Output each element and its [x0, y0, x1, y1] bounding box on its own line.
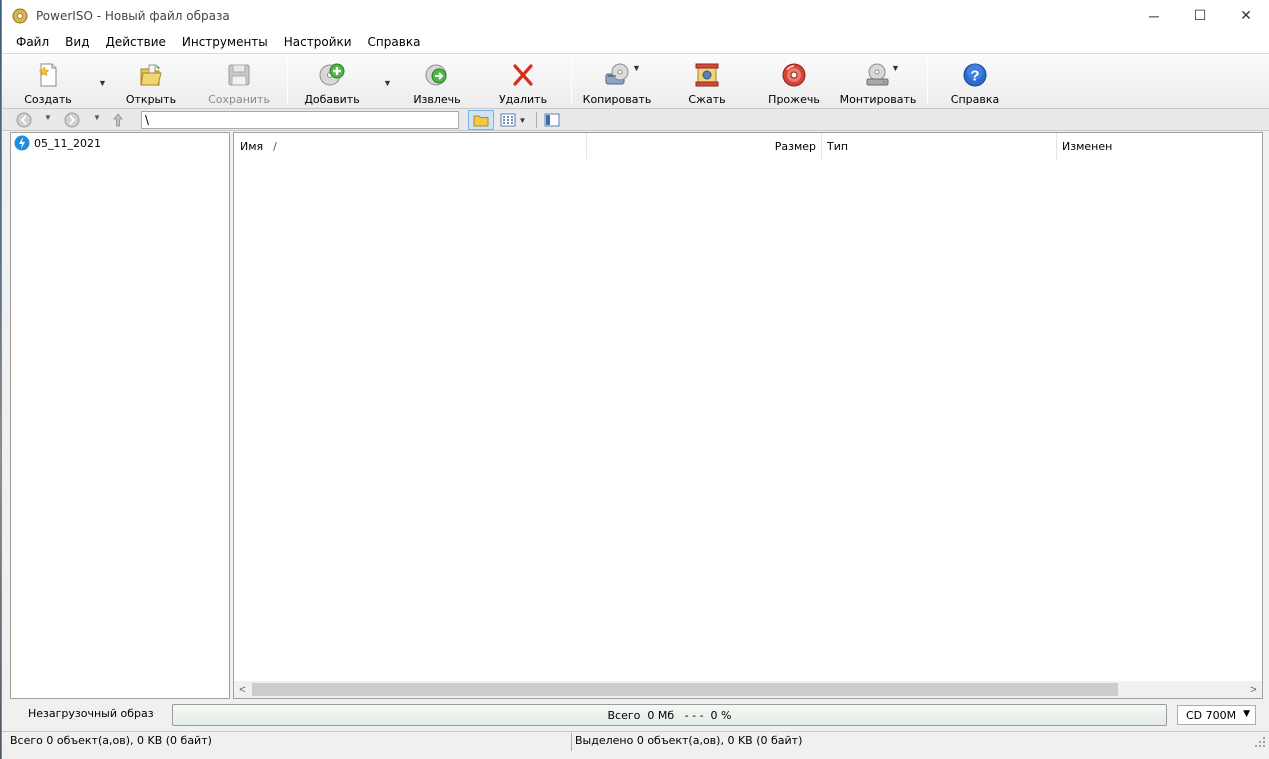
column-type-header[interactable]: Тип: [827, 133, 848, 159]
title-bar: PowerISO - Новый файл образа ─ ☐ ✕: [2, 0, 1269, 31]
column-name-header[interactable]: Имя /: [240, 133, 277, 159]
create-button[interactable]: Создать: [16, 54, 80, 108]
help-button[interactable]: ? Справка: [942, 54, 1008, 108]
delete-button[interactable]: Удалить: [490, 54, 556, 108]
add-to-disc-icon: [319, 63, 345, 86]
preview-pane-button[interactable]: [542, 110, 562, 130]
back-arrow-icon[interactable]: [16, 112, 32, 128]
save-disk-icon: [228, 64, 250, 86]
folders-view-button[interactable]: [468, 110, 494, 130]
folder-icon: [473, 115, 489, 127]
scroll-right-arrow[interactable]: >: [1245, 681, 1262, 698]
toolbar-separator: [927, 58, 928, 104]
open-folder-icon: [140, 64, 162, 86]
compress-vise-icon: [695, 63, 719, 87]
burn-disc-icon: [782, 63, 806, 87]
save-button[interactable]: Сохранить: [205, 54, 273, 108]
scroll-left-arrow[interactable]: <: [234, 681, 251, 698]
main-area: 05_11_2021 Имя / Размер Тип Изменен < >: [10, 132, 1263, 699]
delete-x-icon: [513, 64, 533, 86]
add-button[interactable]: Добавить: [299, 54, 365, 108]
column-divider[interactable]: [821, 133, 822, 159]
view-mode-dropdown-arrow: ▼: [518, 115, 527, 125]
column-modified-header[interactable]: Изменен: [1062, 133, 1112, 159]
create-dropdown-arrow[interactable]: ▼: [98, 78, 107, 88]
total-objects-status: Всего 0 объект(а,ов), 0 KB (0 байт): [10, 734, 212, 747]
back-dropdown-arrow[interactable]: ▼: [44, 113, 52, 122]
up-folder-icon[interactable]: [110, 112, 126, 128]
selected-objects-status: Выделено 0 объект(а,ов), 0 KB (0 байт): [575, 734, 803, 747]
toolbar-separator: [287, 58, 288, 104]
status-bar: Всего 0 объект(а,ов), 0 KB (0 байт) Выде…: [2, 731, 1269, 751]
menu-settings[interactable]: Настройки: [276, 35, 360, 49]
menu-tools[interactable]: Инструменты: [174, 35, 276, 49]
menu-file[interactable]: Файл: [8, 35, 57, 49]
window-title: PowerISO - Новый файл образа: [36, 8, 230, 23]
help-question-icon: ?: [963, 63, 987, 87]
extract-disc-icon: [425, 64, 447, 86]
column-divider[interactable]: [1056, 133, 1057, 159]
scrollbar-thumb[interactable]: [252, 683, 1118, 696]
add-dropdown-arrow[interactable]: ▼: [383, 78, 392, 88]
resize-grip-icon[interactable]: [1254, 736, 1266, 748]
poweriso-app-icon: [12, 8, 28, 23]
mount-drive-icon: [866, 63, 889, 86]
main-toolbar: Создать ▼ Открыть Сохранить Добавить ▼ И…: [2, 53, 1269, 109]
file-list-pane: Имя / Размер Тип Изменен < >: [233, 132, 1263, 699]
address-separator: [536, 112, 537, 128]
sort-indicator: /: [273, 139, 277, 153]
status-separator: [571, 733, 572, 751]
compress-button[interactable]: Сжать: [674, 54, 740, 108]
horizontal-scrollbar[interactable]: < >: [234, 681, 1262, 698]
mount-button[interactable]: Монтировать: [840, 54, 916, 108]
image-status-row: Незагрузочный образ Всего 0 Мб - - - 0 %…: [10, 703, 1261, 727]
extract-button[interactable]: Извлечь: [404, 54, 470, 108]
copy-disc-icon: [605, 63, 629, 85]
details-view-icon: [500, 113, 516, 127]
menu-view[interactable]: Вид: [57, 35, 97, 49]
menu-action[interactable]: Действие: [97, 35, 173, 49]
boot-status-label: Незагрузочный образ: [28, 707, 154, 720]
tree-root-label: 05_11_2021: [34, 136, 101, 150]
close-button[interactable]: ✕: [1223, 0, 1269, 31]
mount-dropdown-arrow[interactable]: ▼: [891, 63, 900, 73]
view-mode-button[interactable]: ▼: [496, 110, 530, 130]
tree-root-item[interactable]: 05_11_2021: [11, 134, 229, 152]
disc-image-icon: [14, 135, 30, 151]
column-size-header[interactable]: Размер: [586, 133, 816, 159]
folder-tree-pane: 05_11_2021: [10, 132, 230, 699]
forward-arrow-icon[interactable]: [64, 112, 80, 128]
panel-layout-icon: [544, 113, 560, 127]
progress-text: Всего 0 Мб - - - 0 %: [607, 708, 732, 722]
path-input[interactable]: \: [141, 111, 459, 129]
toolbar-separator: [571, 58, 572, 104]
address-bar: ▼ ▼ \ ▼: [2, 109, 1269, 131]
chevron-down-icon: ▼: [1243, 709, 1250, 719]
minimize-button[interactable]: ─: [1131, 0, 1177, 31]
svg-text:?: ?: [970, 68, 979, 85]
column-headers: Имя / Размер Тип Изменен: [234, 133, 1262, 159]
forward-dropdown-arrow[interactable]: ▼: [93, 113, 101, 122]
app-window: PowerISO - Новый файл образа ─ ☐ ✕ Файл …: [1, 0, 1269, 759]
maximize-button[interactable]: ☐: [1177, 0, 1223, 31]
disk-type-select[interactable]: CD 700M ▼: [1177, 705, 1256, 725]
copy-button[interactable]: Копировать: [582, 54, 652, 108]
copy-dropdown-arrow[interactable]: ▼: [632, 63, 641, 73]
capacity-progress-bar: Всего 0 Мб - - - 0 %: [172, 704, 1167, 726]
menu-bar: Файл Вид Действие Инструменты Настройки …: [2, 31, 1269, 53]
open-button[interactable]: Открыть: [118, 54, 184, 108]
menu-help[interactable]: Справка: [360, 35, 429, 49]
new-file-icon: [38, 63, 57, 87]
burn-button[interactable]: Прожечь: [761, 54, 827, 108]
